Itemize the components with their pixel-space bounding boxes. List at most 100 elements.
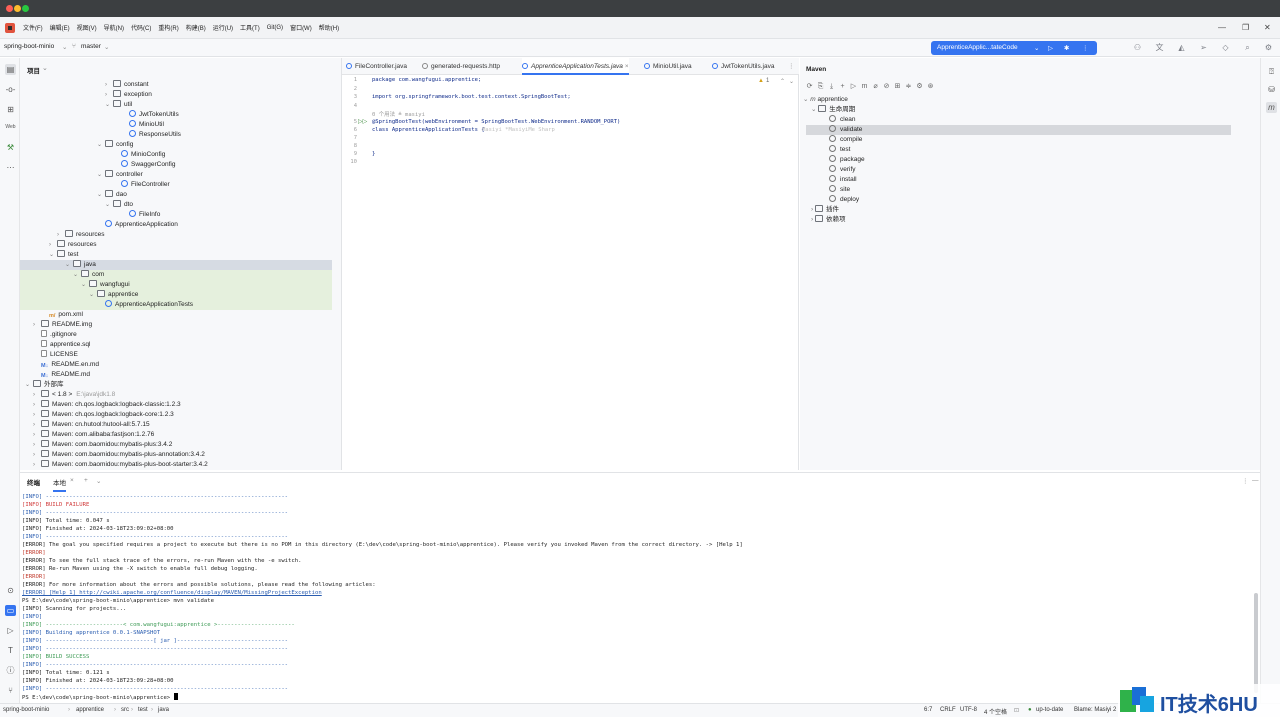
tab-local-terminal[interactable]: 本地 [53, 477, 66, 492]
tree-item[interactable]: › Maven: com.baomidou:mybatis-plus-annota… [20, 450, 332, 460]
code-line[interactable]: } [372, 151, 375, 157]
tree-item[interactable]: › resources [20, 230, 332, 240]
chevron-down-icon[interactable]: ⌄ [789, 78, 794, 85]
tab-more-icon[interactable]: ⋮ [788, 58, 795, 75]
toggle-offline-icon[interactable]: ⌀ [870, 82, 881, 90]
menu-code[interactable]: 代码(C) [131, 23, 151, 32]
breadcrumb-java[interactable]: java [158, 707, 169, 713]
close-tab-icon[interactable]: × [70, 477, 74, 484]
warning-icon[interactable]: ▲ [758, 78, 764, 84]
tree-item[interactable]: › Maven: ch.qos.logback:logback-classic:1… [20, 400, 332, 410]
tree-item[interactable]: ⌄ wangfugui [20, 280, 332, 290]
tree-item[interactable]: ⌄ config [20, 140, 332, 150]
collapse-all-icon[interactable]: ≑ [903, 82, 914, 90]
maven-goal-package[interactable]: package [829, 155, 865, 165]
skip-tests-icon[interactable]: ⊘ [881, 82, 892, 90]
chevron-right-icon[interactable]: › [105, 90, 113, 100]
add-tab-icon[interactable]: + [84, 477, 88, 484]
show-dependencies-icon[interactable]: ⊞ [892, 82, 903, 90]
maximize-window-icon[interactable] [22, 5, 29, 12]
caret-position[interactable]: 6:7 [924, 707, 932, 713]
vcs-status[interactable]: up-to-date [1036, 707, 1063, 713]
services-icon[interactable]: ⊙ [5, 585, 16, 596]
settings-gear-icon[interactable]: ⚙ [914, 82, 925, 90]
chevron-right-icon[interactable]: › [33, 460, 41, 470]
tab-generated-requests[interactable]: generated-requests.http [422, 58, 500, 75]
run-config-label[interactable]: ApprenticeApplic...tateCode [937, 44, 1018, 51]
terminal-icon[interactable]: ▭ [5, 605, 16, 616]
breadcrumb-src[interactable]: src [121, 707, 129, 713]
chevron-down-icon[interactable]: ⌄ [105, 100, 113, 110]
tab-file-controller[interactable]: FileController.java [346, 58, 407, 75]
tree-item[interactable]: › exception [20, 90, 332, 100]
chevron-right-icon[interactable]: › [49, 240, 57, 250]
tab-jwt-token-utils[interactable]: JwtTokenUtils.java [712, 58, 774, 75]
run-test-gutter-icon[interactable]: ▷▷ [358, 118, 367, 125]
commit-icon[interactable]: -o- [5, 84, 16, 95]
chevron-down-icon[interactable]: ⌄ [62, 43, 67, 51]
blame-info[interactable]: Blame: Masiyi 2 [1074, 707, 1116, 713]
project-selector[interactable]: spring-boot-minio [4, 43, 54, 50]
code-line[interactable]: @SpringBootTest(webEnvironment = SpringB… [372, 119, 620, 125]
tree-item[interactable]: › Maven: cn.hutool:hutool-all:5.7.15 [20, 420, 332, 430]
download-icon[interactable]: ⤓ [826, 83, 837, 91]
tree-item[interactable]: JwtTokenUtils [20, 110, 332, 120]
ai-assistant-icon[interactable]: ◇ [1221, 43, 1230, 52]
chevron-down-icon[interactable]: ⌄ [89, 290, 97, 300]
menu-file[interactable]: 文件(F) [23, 23, 43, 32]
tree-item[interactable]: MinioConfig [20, 150, 332, 160]
chevron-right-icon[interactable]: › [33, 440, 41, 450]
dependencies-node[interactable]: › 依赖项 [811, 215, 845, 225]
chevron-down-icon[interactable]: ⌄ [97, 190, 105, 200]
tree-item[interactable]: ⌄ dto [20, 200, 332, 210]
tree-item[interactable]: › constant [20, 80, 332, 90]
chevron-right-icon[interactable]: › [33, 430, 41, 440]
chevron-down-icon[interactable]: ⌄ [105, 200, 113, 210]
menu-run[interactable]: 运行(U) [213, 23, 233, 32]
lifecycle-node[interactable]: ⌄ 生命周期 [811, 105, 855, 115]
search-icon[interactable]: ⌕ [1243, 43, 1252, 52]
chevron-down-icon[interactable]: ⌄ [81, 280, 89, 290]
chevron-right-icon[interactable]: › [33, 450, 41, 460]
chevron-right-icon[interactable]: › [57, 230, 65, 240]
problems-icon[interactable]: ⓘ [5, 665, 16, 676]
chevron-down-icon[interactable]: ⌄ [25, 380, 33, 390]
tree-item[interactable]: FileInfo [20, 210, 332, 220]
tree-item[interactable]: ApprenticeApplicationTests [20, 300, 332, 310]
minimize-icon[interactable]: — [1218, 23, 1226, 32]
maven-goal-clean[interactable]: clean [829, 115, 856, 125]
tree-item[interactable]: ⌄ com [20, 270, 332, 280]
git-icon[interactable]: ⑂ [5, 685, 16, 696]
hammer-icon[interactable]: ⚒ [5, 142, 16, 153]
plugins-node[interactable]: › 插件 [811, 205, 839, 215]
menu-refactor[interactable]: 重构(R) [158, 23, 178, 32]
tree-item[interactable]: › Maven: com.baomidou:mybatis-plus-boot-s… [20, 460, 332, 470]
chevron-right-icon[interactable]: › [33, 320, 41, 330]
close-tab-icon[interactable]: × [625, 63, 629, 70]
tree-item[interactable]: apprentice.sql [20, 340, 332, 350]
maven-project-node[interactable]: ⌄ m apprentice [803, 95, 848, 105]
chevron-down-icon[interactable]: ⌄ [42, 64, 48, 72]
more-icon[interactable]: ⋮ [1242, 477, 1249, 485]
chevron-down-icon[interactable]: ⌄ [1034, 44, 1039, 52]
breadcrumb-test[interactable]: test [138, 707, 148, 713]
chevron-down-icon[interactable]: ⌄ [49, 250, 57, 260]
tree-item[interactable]: › README.img [20, 320, 332, 330]
menu-view[interactable]: 视图(V) [77, 23, 97, 32]
tab-apprentice-application-tests[interactable]: ApprenticeApplicationTests.java × [522, 58, 629, 75]
plugin-icon[interactable]: ◭ [1177, 43, 1186, 52]
chevron-down-icon[interactable]: ⌄ [97, 140, 105, 150]
tree-item[interactable]: ⌄ java [20, 260, 332, 270]
maven-goal-test[interactable]: test [829, 145, 850, 155]
tree-item[interactable]: LICENSE [20, 350, 332, 360]
lock-icon[interactable]: ⊡ [1014, 707, 1019, 714]
code-line[interactable]: package com.wangfugui.apprentice; [372, 77, 481, 83]
translate-icon[interactable]: 文 [1155, 43, 1164, 52]
tree-item[interactable]: ⌄ dao [20, 190, 332, 200]
tree-item[interactable]: M↓ README.md [20, 370, 332, 380]
chevron-right-icon[interactable]: › [33, 420, 41, 430]
run-icon[interactable]: ▷ [1048, 44, 1053, 52]
web-icon[interactable]: Web [5, 122, 16, 133]
breadcrumb-project[interactable]: spring-boot-minio [3, 707, 49, 713]
chevron-down-icon[interactable]: ⌄ [97, 170, 105, 180]
